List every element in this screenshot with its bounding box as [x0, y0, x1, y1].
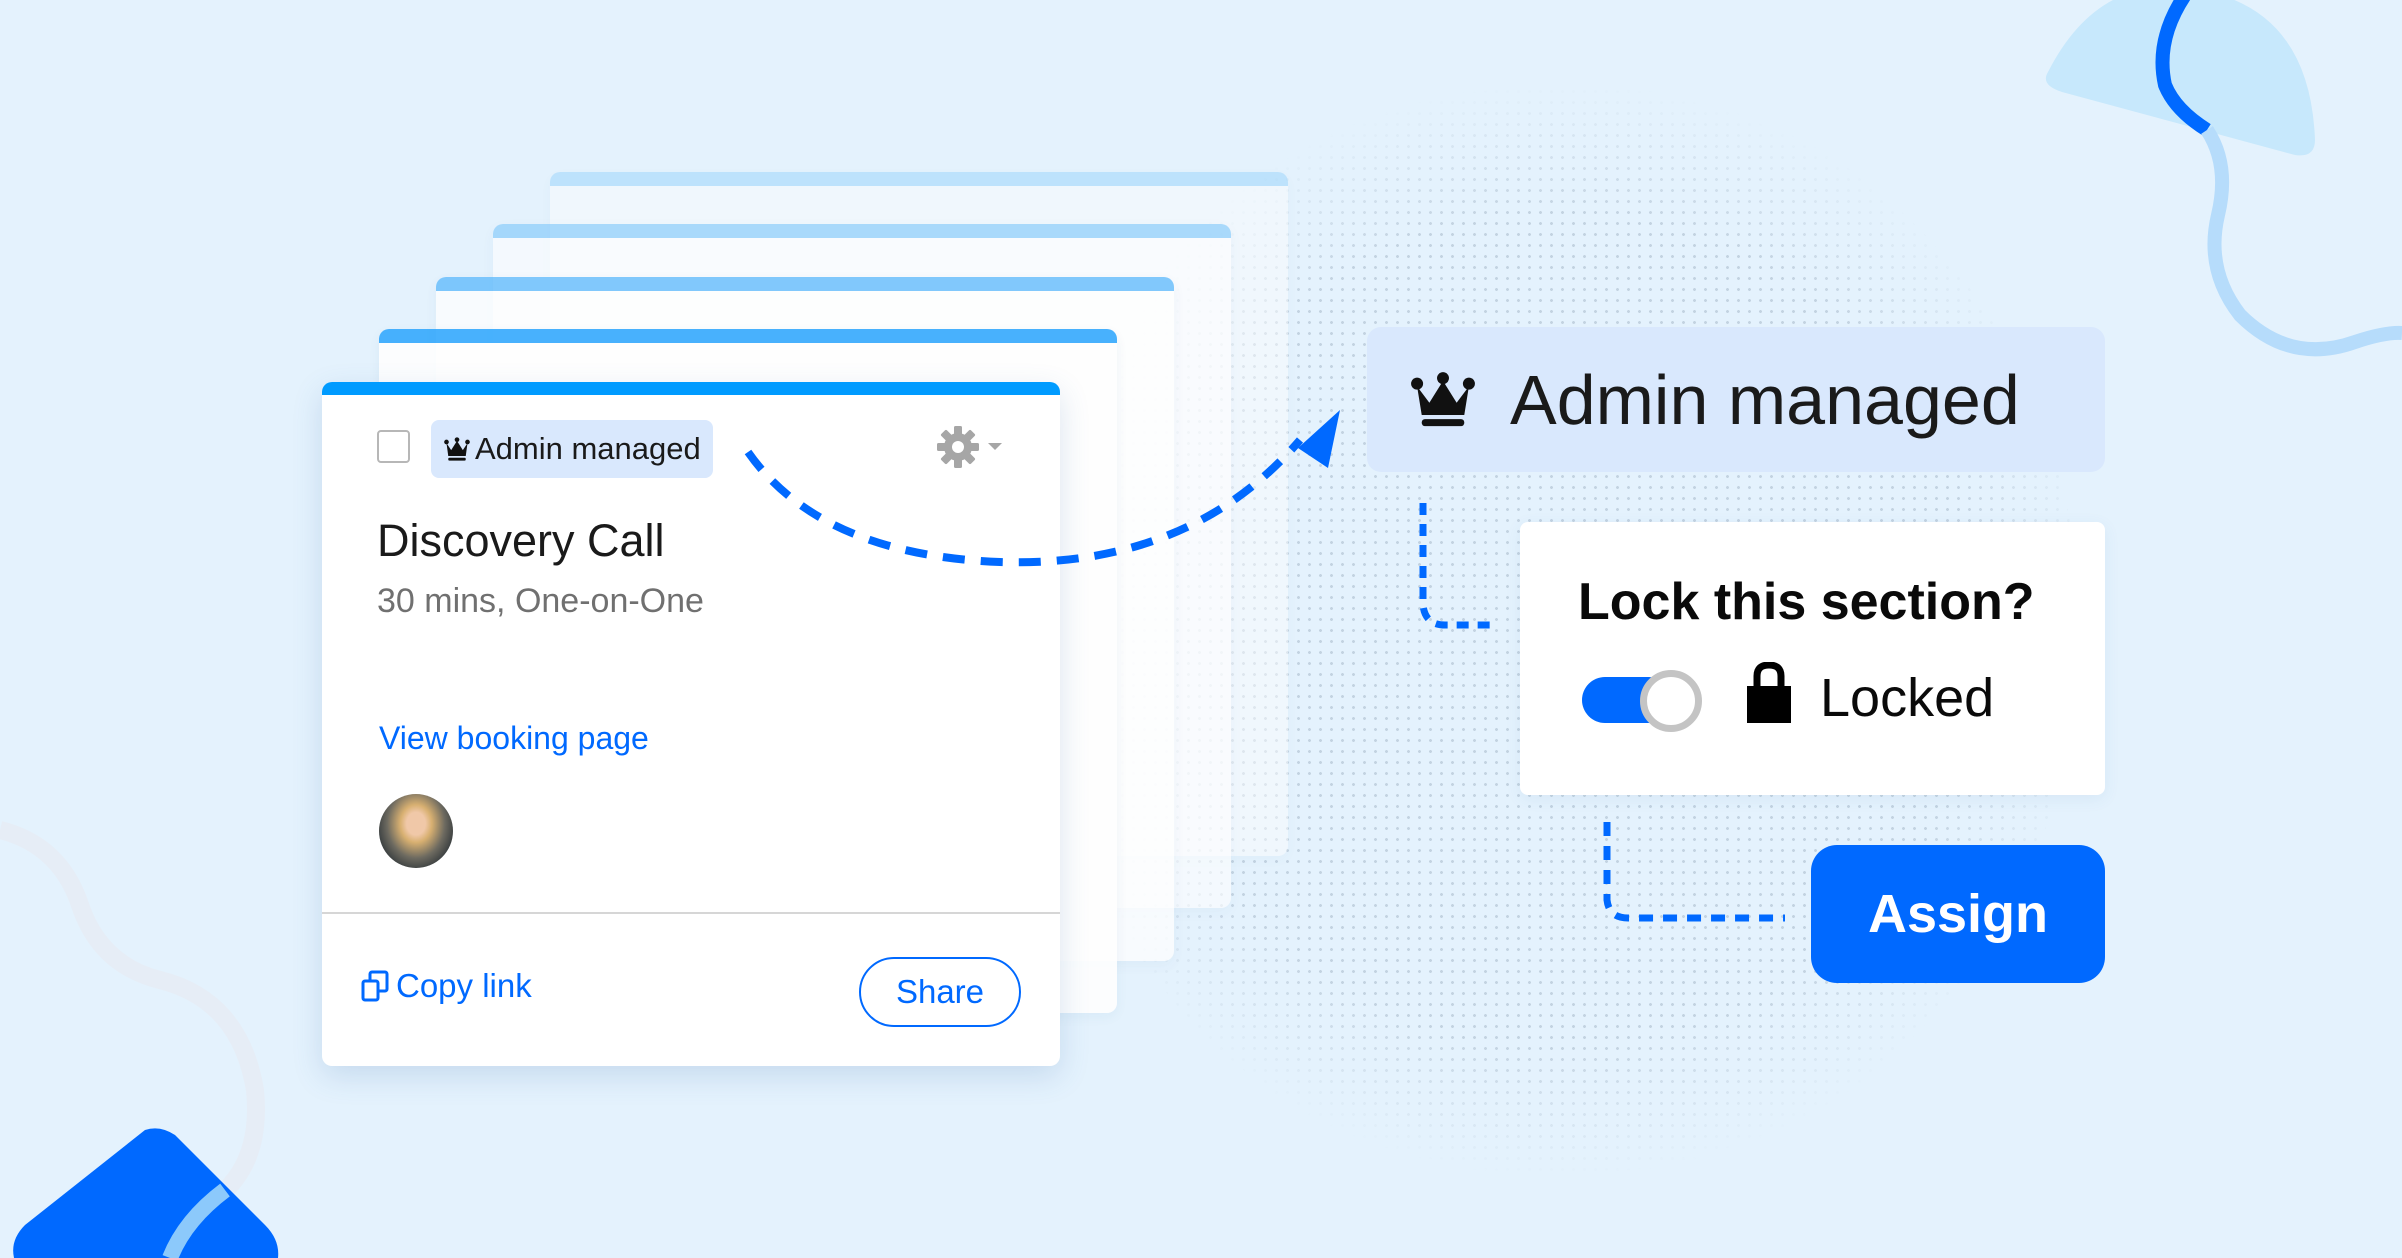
card-top-bar [322, 382, 1060, 395]
decor-diamond [13, 1128, 279, 1258]
toggle-knob [1640, 670, 1702, 732]
event-type-card: Admin managed Discovery Call 30 mins, On… [322, 382, 1060, 1066]
host-avatar [379, 794, 453, 868]
copy-link-label: Copy link [396, 967, 532, 1004]
lock-icon [1747, 662, 1791, 723]
chevron-down-icon [988, 443, 1002, 450]
settings-menu-button[interactable] [936, 425, 1006, 474]
admin-managed-badge: Admin managed [431, 420, 713, 478]
lock-status-label: Locked [1820, 668, 1995, 728]
decor-half-circle [2045, 0, 2315, 156]
lock-toggle[interactable] [1582, 670, 1702, 732]
card-divider [322, 912, 1060, 914]
lock-section-panel: Lock this section? Locked [1520, 522, 2105, 795]
event-title: Discovery Call [377, 515, 665, 566]
copy-icon [361, 970, 389, 1002]
copy-link-button[interactable]: Copy link [360, 967, 532, 1005]
select-checkbox[interactable] [377, 430, 410, 463]
crown-icon [444, 437, 470, 461]
gear-icon [937, 426, 1002, 468]
share-button[interactable]: Share [859, 957, 1021, 1027]
admin-managed-callout: Admin managed [1367, 327, 2105, 472]
decor-squiggle-light [2201, 126, 2402, 357]
callout-label: Admin managed [1510, 360, 2020, 439]
crown-icon [1411, 371, 1475, 426]
event-subtitle: 30 mins, One-on-One [377, 582, 704, 620]
lock-question: Lock this section? [1578, 573, 2035, 631]
badge-label: Admin managed [475, 431, 701, 466]
view-booking-page-link[interactable]: View booking page [379, 720, 649, 757]
assign-button[interactable]: Assign [1811, 845, 2105, 983]
